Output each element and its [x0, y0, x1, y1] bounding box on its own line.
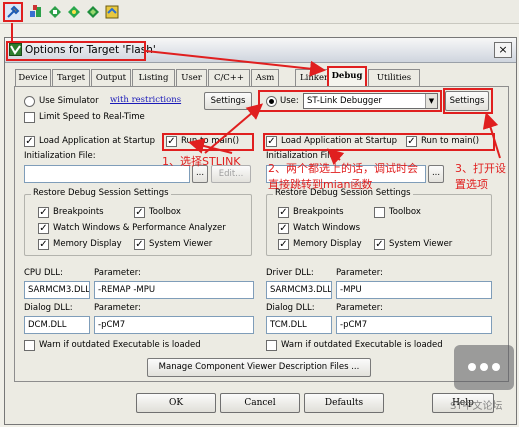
driver-param-field[interactable]: -MPU	[336, 281, 492, 299]
download-icon[interactable]	[45, 2, 65, 22]
app-icon	[9, 43, 22, 56]
cpu-dll-label: CPU DLL:	[24, 268, 63, 278]
tab-asm[interactable]: Asm	[251, 69, 279, 86]
right-dialog-param-field[interactable]: -pCM7	[336, 316, 492, 334]
driver-dll-label: Driver DLL:	[266, 268, 314, 278]
options-for-target-icon[interactable]	[3, 2, 23, 22]
manage-component-viewer-button[interactable]: Manage Component Viewer Description File…	[147, 358, 371, 377]
right-system-viewer-checkbox[interactable]: ✓	[374, 239, 385, 250]
right-toolbox-label: Toolbox	[389, 207, 421, 217]
limit-speed-checkbox[interactable]	[24, 112, 35, 123]
right-dialog-dll-label: Dialog DLL:	[266, 303, 315, 313]
system-viewer-checkbox[interactable]: ✓	[134, 239, 145, 250]
watch-windows-checkbox[interactable]: ✓	[38, 223, 49, 234]
right-load-app-label: Load Application at Startup	[281, 136, 398, 146]
debugger-select[interactable]: ST-Link Debugger ▼	[303, 93, 438, 109]
dialog-dll-label: Dialog DLL:	[24, 303, 73, 313]
system-viewer-label: System Viewer	[149, 239, 213, 249]
left-warn-checkbox[interactable]	[24, 340, 35, 351]
right-watch-windows-checkbox[interactable]: ✓	[278, 223, 289, 234]
annotation-step2-line1: 2、两个都选上的话，调试时会	[268, 162, 418, 175]
use-label: Use:	[280, 96, 299, 106]
right-run-to-main-checkbox[interactable]: ✓	[406, 136, 417, 147]
toolbox-label: Toolbox	[149, 207, 181, 217]
ok-button[interactable]: OK	[136, 393, 216, 413]
right-run-to-main-label: Run to main()	[421, 136, 480, 146]
manage-components-icon[interactable]	[64, 2, 84, 22]
left-warn-label: Warn if outdated Executable is loaded	[39, 340, 201, 350]
limit-speed-label: Limit Speed to Real-Time	[39, 112, 145, 122]
right-watch-windows-label: Watch Windows	[293, 223, 361, 233]
with-restrictions-link[interactable]: with restrictions	[110, 95, 181, 105]
forum-watermark: ST中文论坛	[444, 345, 516, 425]
init-file-label: Initialization File:	[24, 151, 96, 161]
tab-listing[interactable]: Listing	[132, 69, 175, 86]
cpu-param-field[interactable]: -REMAP -MPU	[94, 281, 254, 299]
tab-output[interactable]: Output	[91, 69, 131, 86]
memory-display-label: Memory Display	[53, 239, 122, 249]
load-app-label: Load Application at Startup	[39, 136, 156, 146]
chevron-down-icon[interactable]: ▼	[425, 94, 437, 108]
close-button[interactable]: ×	[494, 42, 512, 58]
debugger-settings-button[interactable]: Settings	[445, 91, 489, 111]
driver-param-label: Parameter:	[336, 268, 383, 278]
dialog-title: Options for Target 'Flash'	[25, 44, 156, 56]
tab-target[interactable]: Target	[52, 69, 90, 86]
breakpoints-checkbox[interactable]: ✓	[38, 207, 49, 218]
tab-user[interactable]: User	[176, 69, 207, 86]
cancel-button[interactable]: Cancel	[220, 393, 300, 413]
right-dialog-dll-field[interactable]: TCM.DLL	[266, 316, 332, 334]
tab-debug[interactable]: Debug	[327, 66, 367, 87]
right-load-app-checkbox[interactable]: ✓	[266, 136, 277, 147]
load-icon[interactable]	[26, 2, 46, 22]
right-dialog-param-label: Parameter:	[336, 303, 383, 313]
cpu-dll-field[interactable]: SARMCM3.DLL	[24, 281, 90, 299]
annotation-step1: 1、选择STLINK	[162, 155, 241, 168]
watermark-text: ST中文论坛	[450, 401, 503, 412]
toolbox-checkbox[interactable]: ✓	[134, 207, 145, 218]
use-debugger-radio[interactable]	[266, 96, 277, 107]
cpu-param-label: Parameter:	[94, 268, 141, 278]
right-system-viewer-label: System Viewer	[389, 239, 453, 249]
run-to-main-label: Run to main()	[181, 136, 240, 146]
title-bar: Options for Target 'Flash' ×	[5, 38, 516, 63]
right-memory-display-checkbox[interactable]: ✓	[278, 239, 289, 250]
memory-display-checkbox[interactable]: ✓	[38, 239, 49, 250]
watch-windows-label: Watch Windows & Performance Analyzer	[53, 223, 226, 233]
tab-utilities[interactable]: Utilities	[368, 69, 420, 86]
right-warn-checkbox[interactable]	[266, 340, 277, 351]
build-icon[interactable]	[83, 2, 103, 22]
chat-bubble-icon	[454, 345, 514, 390]
dialog-param-field[interactable]: -pCM7	[94, 316, 254, 334]
right-memory-display-label: Memory Display	[293, 239, 362, 249]
rebuild-icon[interactable]	[102, 2, 122, 22]
breakpoints-label: Breakpoints	[53, 207, 104, 217]
dialog-dll-field[interactable]: DCM.DLL	[24, 316, 90, 334]
use-simulator-label: Use Simulator	[39, 96, 99, 106]
restore-settings-title: Restore Debug Session Settings	[31, 188, 171, 198]
right-toolbox-checkbox[interactable]	[374, 207, 385, 218]
right-warn-label: Warn if outdated Executable is loaded	[281, 340, 443, 350]
right-init-file-browse-button[interactable]: ...	[428, 165, 444, 183]
annotation-step3-line2: 置选项	[455, 178, 488, 191]
defaults-button[interactable]: Defaults	[304, 393, 384, 413]
use-simulator-radio[interactable]	[24, 96, 35, 107]
tab-c-cpp[interactable]: C/C++	[208, 69, 250, 86]
annotation-step3-line1: 3、打开设	[455, 162, 506, 175]
run-to-main-checkbox[interactable]: ✓	[166, 136, 177, 147]
debugger-select-value: ST-Link Debugger	[307, 96, 383, 106]
tab-device[interactable]: Device	[15, 69, 51, 86]
load-app-checkbox[interactable]: ✓	[24, 136, 35, 147]
driver-dll-field[interactable]: SARMCM3.DLL	[266, 281, 332, 299]
simulator-settings-button[interactable]: Settings	[204, 92, 252, 110]
right-breakpoints-label: Breakpoints	[293, 207, 344, 217]
dialog-param-label: Parameter:	[94, 303, 141, 313]
annotation-step2-line2: 直接跳转到mian函数	[268, 178, 373, 191]
toolbar	[0, 0, 519, 24]
right-breakpoints-checkbox[interactable]: ✓	[278, 207, 289, 218]
